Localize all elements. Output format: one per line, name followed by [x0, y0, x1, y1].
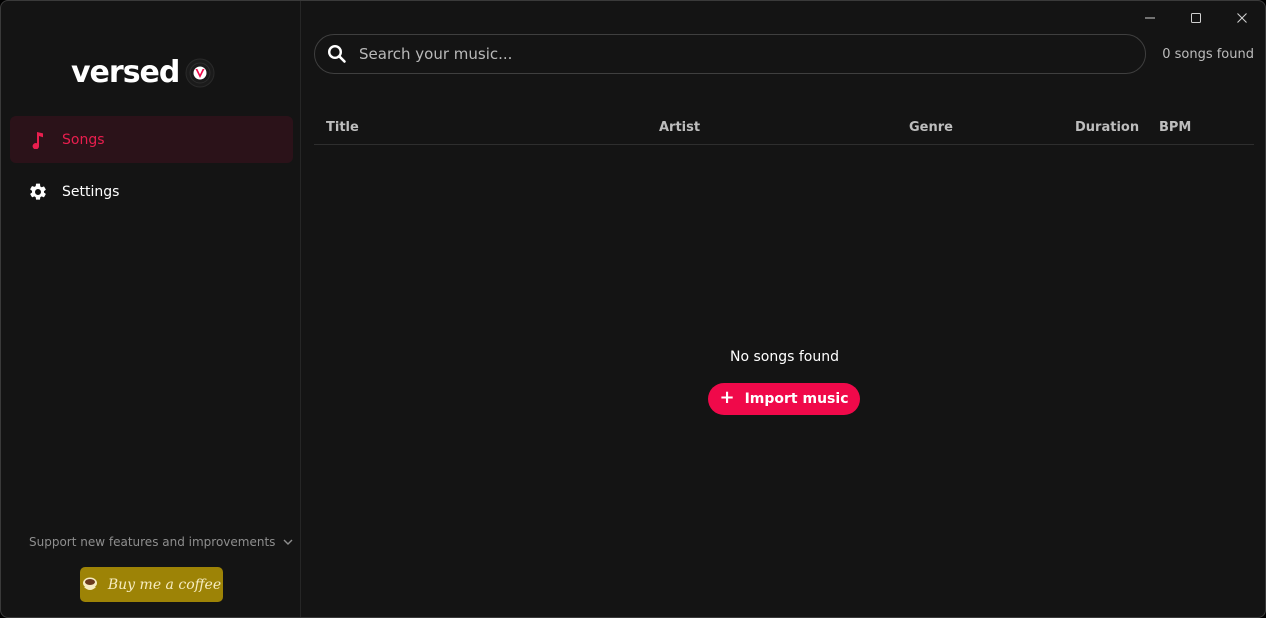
column-header-genre[interactable]: Genre [909, 120, 953, 135]
search-bar [314, 34, 1146, 74]
gear-icon [28, 182, 48, 202]
sidebar-item-label: Settings [62, 183, 120, 200]
buy-me-a-coffee-button[interactable]: Buy me a coffee [80, 567, 223, 602]
search-icon [327, 44, 346, 63]
coffee-cup-icon [82, 577, 97, 590]
sidebar-item-label: Songs [62, 131, 105, 148]
plus-icon: + [719, 387, 735, 408]
main-content: 0 songs found Title Artist Genre Duratio… [302, 1, 1265, 617]
sidebar-item-songs[interactable]: Songs [10, 116, 293, 163]
column-header-bpm[interactable]: BPM [1159, 120, 1191, 135]
empty-state-message: No songs found [730, 349, 839, 365]
sidebar-nav: Songs Settings [10, 116, 293, 220]
import-music-label: Import music [744, 391, 849, 407]
app-window: versed Songs Settings Support new featur… [0, 0, 1266, 618]
column-header-artist[interactable]: Artist [659, 120, 700, 135]
app-logo-text: versed [71, 55, 180, 90]
support-text: Support new features and improvements [29, 535, 276, 549]
import-music-button[interactable]: + Import music [708, 383, 860, 415]
search-input[interactable] [359, 45, 1119, 63]
chevron-down-icon [283, 539, 293, 545]
app-logo: versed [71, 55, 215, 91]
table-header: Title Artist Genre Duration BPM [314, 112, 1254, 145]
column-header-title[interactable]: Title [326, 120, 359, 135]
support-toggle[interactable]: Support new features and improvements [29, 535, 293, 549]
sidebar-item-settings[interactable]: Settings [10, 168, 293, 215]
coffee-button-label: Buy me a coffee [107, 576, 222, 593]
empty-state: No songs found [302, 349, 1265, 365]
sidebar: versed Songs Settings Support new featur… [1, 1, 301, 617]
music-note-icon [28, 130, 48, 150]
vinyl-disc-icon [185, 58, 215, 88]
songs-count: 0 songs found [1162, 47, 1254, 62]
column-header-duration[interactable]: Duration [1075, 120, 1139, 135]
